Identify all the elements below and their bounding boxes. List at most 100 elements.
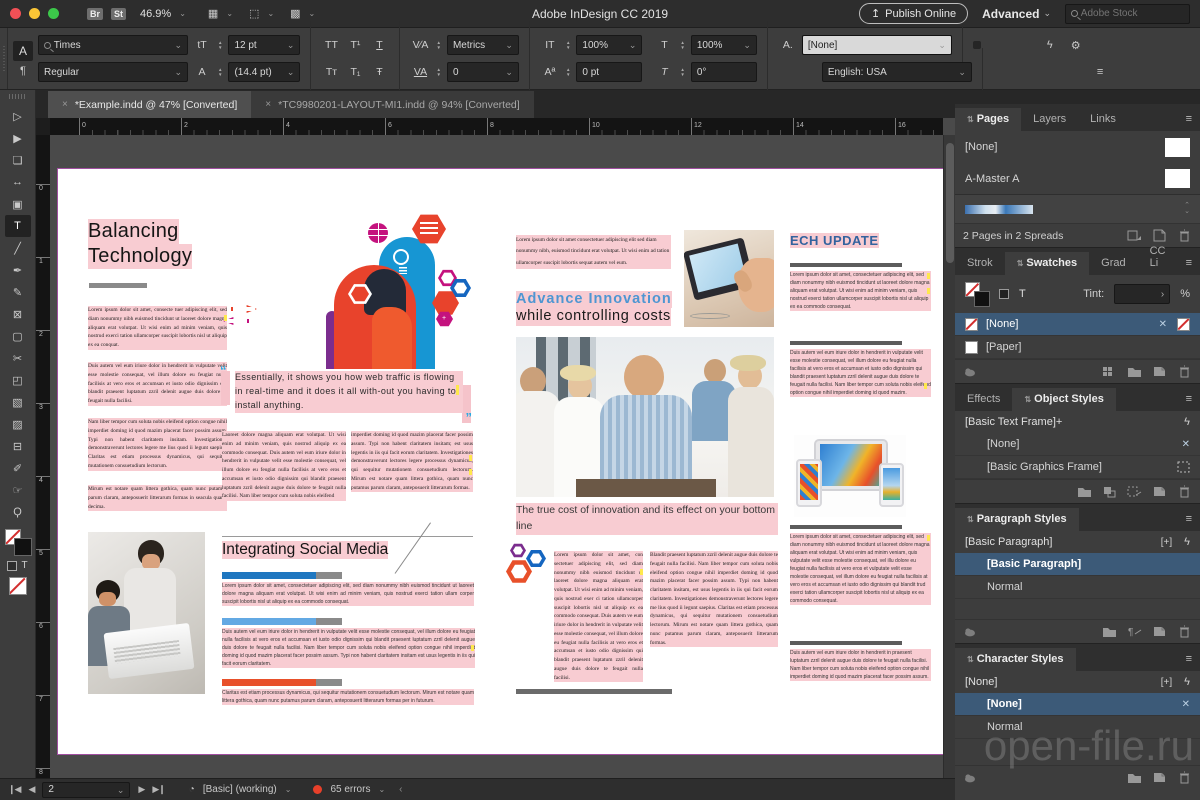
zoom-level-value[interactable]: 46.9% (140, 8, 171, 20)
document-page[interactable]: BalancingTechnology Lorem ipsum dolor si… (58, 169, 943, 754)
photo-devices[interactable] (794, 435, 906, 517)
body-paragraph[interactable]: Nam liber tempor cum soluta nobis eleife… (88, 418, 227, 480)
close-icon[interactable]: × (265, 99, 271, 110)
clear-attributes-icon[interactable] (1127, 485, 1142, 498)
stroke-swatch[interactable] (15, 539, 31, 555)
headline-balancing-technology[interactable]: BalancingTechnology (88, 219, 228, 244)
preflight-icon[interactable]: ◔ (189, 784, 195, 795)
formatting-affects-container-button[interactable] (7, 561, 17, 571)
scissors-tool[interactable]: ✂ (5, 347, 31, 369)
align-left-button[interactable] (973, 41, 981, 49)
fill-stroke-widget[interactable] (5, 529, 31, 555)
photo-two-men-laptop[interactable] (88, 532, 205, 694)
body-paragraph[interactable]: Lorem ipsum dolor sit amet, consecte tue… (88, 306, 227, 358)
apply-none-button[interactable] (9, 577, 27, 595)
body-column[interactable]: Lorem ipsum dolor sit amet, con sectetue… (512, 551, 643, 689)
quick-apply-icon[interactable]: ϟ (1184, 416, 1190, 428)
vertical-scrollbar[interactable] (943, 135, 955, 778)
chevron-down-icon[interactable]: ⌄ (285, 785, 292, 794)
tab-paragraph-styles[interactable]: ⇅Paragraph Styles (955, 508, 1079, 531)
panel-menu-icon[interactable]: ≡ (1178, 653, 1200, 671)
tint-field[interactable]: › (1114, 284, 1170, 304)
tab-effects[interactable]: Effects (955, 388, 1012, 411)
tab-character-styles[interactable]: ⇅Character Styles (955, 648, 1076, 671)
window-close-button[interactable] (10, 8, 21, 19)
spread-thumbnail[interactable] (965, 205, 1033, 214)
gradient-feather-tool[interactable]: ▨ (5, 413, 31, 435)
new-style-icon[interactable] (1152, 485, 1167, 498)
ruler-origin[interactable] (36, 118, 50, 135)
style-override-icon[interactable]: [+] (1161, 677, 1172, 688)
type-tool[interactable]: T (5, 215, 31, 237)
adobe-stock-search[interactable] (1065, 4, 1190, 24)
scroll-arrows[interactable]: ⌃⌄ (1184, 203, 1190, 215)
object-style-row-basic-graphics[interactable]: [Basic Graphics Frame] (955, 456, 1200, 479)
tab-swatches[interactable]: ⇅Swatches (1005, 252, 1089, 275)
new-swatch-icon[interactable] (1152, 365, 1167, 378)
font-size-stepper[interactable] (218, 40, 222, 50)
cc-libraries-sync-icon[interactable] (963, 365, 978, 378)
align-center-button[interactable] (985, 41, 993, 49)
vertical-ruler[interactable]: 012345678 (36, 118, 50, 778)
character-style-select[interactable]: [None] (802, 35, 952, 55)
new-swatch-group-icon[interactable] (1127, 365, 1142, 378)
swatch-row-none[interactable]: [None] ✕ (955, 313, 1200, 336)
kerning-select[interactable]: Metrics (447, 35, 519, 55)
sidebar-paragraph[interactable]: Lorem ipsum dolor sit amet, consectetuer… (790, 271, 931, 335)
quick-apply-icon[interactable]: ϟ (1047, 39, 1053, 51)
paragraph-style-row-normal[interactable]: Normal (955, 576, 1200, 599)
page-thumbnail[interactable] (1165, 138, 1190, 157)
preflight-profile[interactable]: [Basic] (working) (203, 784, 277, 795)
tracking-select[interactable]: 0 (447, 62, 519, 82)
tab-pages[interactable]: ⇅Pages (955, 108, 1021, 131)
justify-center-button[interactable] (1029, 68, 1037, 76)
trash-icon[interactable] (1177, 771, 1192, 784)
pencil-tool[interactable]: ✎ (5, 281, 31, 303)
all-caps-button[interactable]: TT (321, 39, 341, 51)
previous-page-button[interactable]: ◀ (28, 784, 34, 795)
chevron-down-icon[interactable]: ⌄ (267, 9, 274, 18)
body-paragraph[interactable]: Mirum est notare quam littera gothica, q… (88, 485, 227, 511)
page-tool[interactable]: ❏ (5, 149, 31, 171)
panel-grip[interactable] (9, 94, 27, 99)
character-formatting-button[interactable]: A (13, 41, 33, 61)
gear-icon[interactable]: ⚙ (1071, 39, 1081, 52)
new-style-group-icon[interactable] (1102, 625, 1117, 638)
panel-menu-icon[interactable]: ≡ (1178, 393, 1200, 411)
style-override-icon[interactable]: [+] (1161, 537, 1172, 548)
photo-team-group[interactable] (516, 337, 774, 497)
view-options-icon[interactable]: ▦ (208, 7, 218, 20)
gradient-swatch-tool[interactable]: ▧ (5, 391, 31, 413)
underline-button[interactable]: T (369, 39, 389, 51)
font-style-select[interactable]: Regular (38, 62, 188, 82)
clear-overrides-icon[interactable] (1102, 485, 1117, 498)
align-right-button[interactable] (997, 41, 1005, 49)
pull-quote[interactable]: “ ” Essentially, it shows you how web tr… (221, 369, 475, 427)
sidebar-paragraph[interactable]: Duis autem vel eum iriure dolor in hendr… (790, 649, 931, 707)
superscript-button[interactable]: T¹ (345, 39, 365, 51)
chevron-left-icon[interactable]: ‹ (399, 784, 402, 795)
skew-stepper[interactable] (680, 67, 684, 77)
hand-tool[interactable]: ☞ (5, 479, 31, 501)
swatch-views-icon[interactable] (1102, 365, 1117, 378)
subscript-button[interactable]: T₁ (345, 66, 365, 78)
eyedropper-tool[interactable]: ✐ (5, 457, 31, 479)
master-row-none[interactable]: [None] (955, 131, 1200, 163)
tab-links[interactable]: Links (1078, 108, 1128, 131)
direct-selection-tool[interactable]: ▶ (5, 127, 31, 149)
document-tab-example[interactable]: × *Example.indd @ 47% [Converted] (48, 91, 251, 118)
workspace-switcher[interactable]: Advanced ⌄ (982, 7, 1051, 21)
close-icon[interactable]: × (62, 99, 68, 110)
page-thumbnail[interactable] (1165, 169, 1190, 188)
panel-menu-icon[interactable]: ≡ (1097, 66, 1103, 78)
vscale-stepper[interactable] (566, 40, 570, 50)
character-style-row-none[interactable]: [None] ✕ (955, 693, 1200, 716)
panel-menu-icon[interactable]: ≡ (1178, 513, 1200, 531)
new-page-icon[interactable] (1152, 229, 1167, 242)
pen-tool[interactable]: ✒ (5, 259, 31, 281)
swatch-row-paper[interactable]: [Paper] (955, 336, 1200, 359)
rectangle-tool[interactable]: ▢ (5, 325, 31, 347)
baseline-stepper[interactable] (566, 67, 570, 77)
body-column[interactable]: imperdiet doming id quod mazim placerat … (351, 431, 473, 525)
small-caps-button[interactable]: Tт (321, 66, 341, 78)
